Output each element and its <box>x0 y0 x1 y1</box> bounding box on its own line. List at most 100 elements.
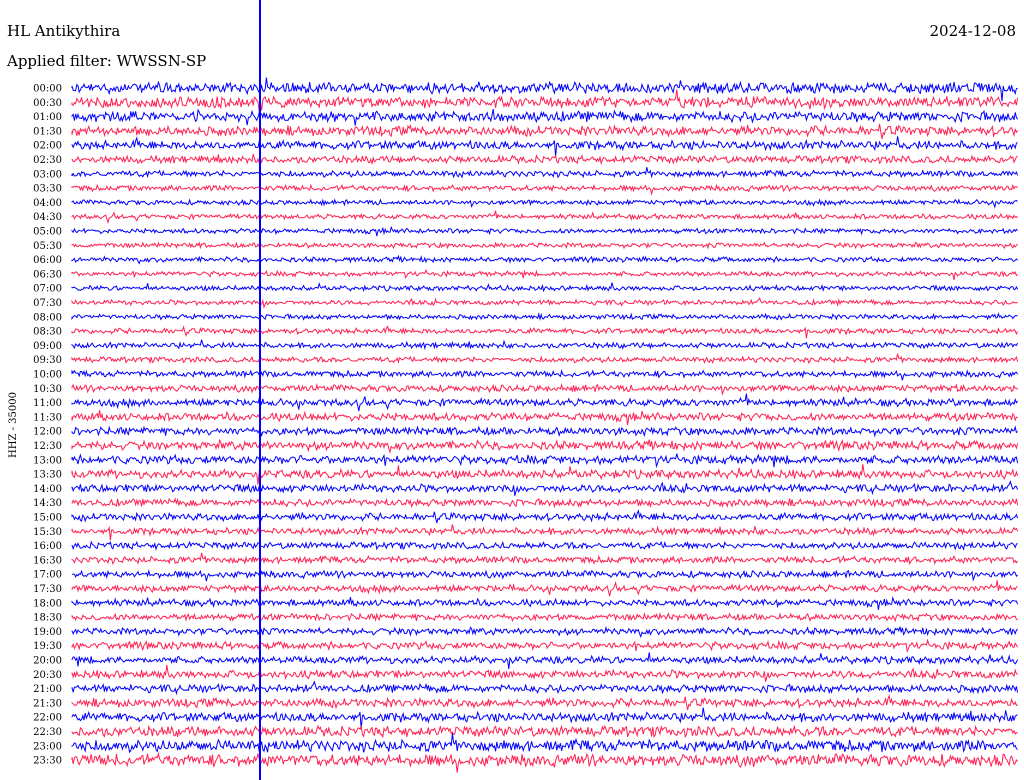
row-time-label: 04:30 <box>33 212 62 223</box>
trace-row <box>71 339 1019 351</box>
row-time-label: 01:00 <box>33 112 62 123</box>
trace-row <box>71 123 1019 139</box>
trace-row <box>71 383 1018 396</box>
trace-row <box>71 638 1019 653</box>
row-time-label: 00:30 <box>33 98 62 109</box>
row-time-label: 17:30 <box>33 584 62 595</box>
trace-row <box>71 225 1018 237</box>
trace-row <box>71 707 1018 730</box>
trace-row <box>71 453 1019 469</box>
trace-row <box>71 89 1019 112</box>
trace-row <box>71 353 1019 365</box>
row-time-label: 08:00 <box>33 312 62 323</box>
row-time-label: 23:00 <box>33 741 62 752</box>
trace-row <box>71 680 1019 696</box>
trace-row <box>71 464 1019 485</box>
time-tick-labels: 00:00 00:30 01:00 01:30 02:00 02:30 03:00 03:30… <box>33 84 62 767</box>
trace-row <box>71 509 1019 524</box>
row-time-label: 19:00 <box>33 627 62 638</box>
trace-row <box>71 167 1019 179</box>
trace-row <box>71 552 1019 566</box>
row-time-label: 07:30 <box>33 298 62 309</box>
trace-row <box>71 198 1018 209</box>
trace-row <box>71 210 1018 225</box>
row-time-label: 18:00 <box>33 598 62 609</box>
trace-row <box>71 369 1019 381</box>
row-time-label: 09:30 <box>33 355 62 366</box>
trace-row <box>71 254 1018 265</box>
trace-group <box>71 0 1019 780</box>
row-time-label: 06:30 <box>33 269 62 280</box>
helicorder-plot: 00:00 00:30 01:00 01:30 02:00 02:30 03:00 03:30… <box>8 0 1019 780</box>
row-time-label: 19:30 <box>33 641 62 652</box>
row-time-label: 03:30 <box>33 184 62 195</box>
trace-row <box>71 733 1018 754</box>
row-time-label: 15:00 <box>33 513 62 524</box>
row-time-label: 13:00 <box>33 455 62 466</box>
row-time-label: 15:30 <box>33 527 62 538</box>
trace-row <box>71 153 1018 166</box>
trace-row <box>72 568 1018 582</box>
row-time-label: 13:30 <box>33 470 62 481</box>
row-time-label: 16:00 <box>33 541 62 552</box>
trace-row <box>71 241 1019 250</box>
row-time-label: 03:00 <box>33 169 62 180</box>
row-time-label: 12:30 <box>33 441 62 452</box>
trace-row <box>71 612 1018 623</box>
trace-row <box>71 751 1018 773</box>
row-time-label: 22:30 <box>33 727 62 738</box>
channel-label: HHZ - 35000 <box>8 392 19 458</box>
trace-row <box>71 425 1018 438</box>
row-time-label: 00:00 <box>33 84 62 95</box>
row-time-label: 23:30 <box>33 756 62 767</box>
row-time-label: 17:00 <box>33 570 62 581</box>
row-time-label: 21:00 <box>33 684 62 695</box>
row-time-label: 07:00 <box>33 284 62 295</box>
trace-row <box>71 77 1018 102</box>
row-time-label: 20:30 <box>33 670 62 681</box>
trace-row <box>71 393 1018 412</box>
row-time-label: 14:30 <box>33 498 62 509</box>
row-time-label: 12:00 <box>33 427 62 438</box>
row-time-label: 14:00 <box>33 484 62 495</box>
row-time-label: 04:00 <box>33 198 62 209</box>
row-time-label: 08:30 <box>33 327 62 338</box>
trace-row <box>71 480 1019 496</box>
row-time-label: 22:00 <box>33 713 62 724</box>
row-time-label: 02:30 <box>33 155 62 166</box>
trace-row <box>71 665 1018 682</box>
row-time-label: 05:00 <box>33 227 62 238</box>
row-time-label: 10:00 <box>33 370 62 381</box>
trace-row <box>71 497 1019 509</box>
row-time-label: 05:30 <box>33 241 62 252</box>
row-time-label: 09:00 <box>33 341 62 352</box>
trace-row <box>71 625 1018 639</box>
trace-row <box>71 297 1018 309</box>
row-time-label: 10:30 <box>33 384 62 395</box>
trace-row <box>71 281 1019 293</box>
row-time-label: 21:30 <box>33 698 62 709</box>
trace-row <box>71 108 1019 126</box>
trace-row <box>71 269 1018 281</box>
trace-row <box>71 693 1018 711</box>
row-time-label: 02:00 <box>33 141 62 152</box>
row-time-label: 01:30 <box>33 126 62 137</box>
row-time-label: 11:30 <box>33 412 62 423</box>
trace-row <box>71 595 1019 610</box>
trace-row <box>71 325 1019 339</box>
trace-row <box>71 524 1019 541</box>
row-time-label: 06:00 <box>33 255 62 266</box>
trace-row <box>71 724 1018 739</box>
trace-row <box>71 439 1019 454</box>
trace-row <box>71 580 1018 597</box>
row-time-label: 11:00 <box>33 398 62 409</box>
trace-row <box>71 410 1018 426</box>
row-time-label: 16:30 <box>33 555 62 566</box>
row-time-label: 18:30 <box>33 613 62 624</box>
row-time-label: 20:00 <box>33 656 62 667</box>
trace-row <box>71 652 1019 669</box>
trace-row <box>71 136 1018 157</box>
trace-row <box>71 183 1018 196</box>
trace-row <box>71 312 1018 321</box>
trace-row <box>71 540 1018 551</box>
